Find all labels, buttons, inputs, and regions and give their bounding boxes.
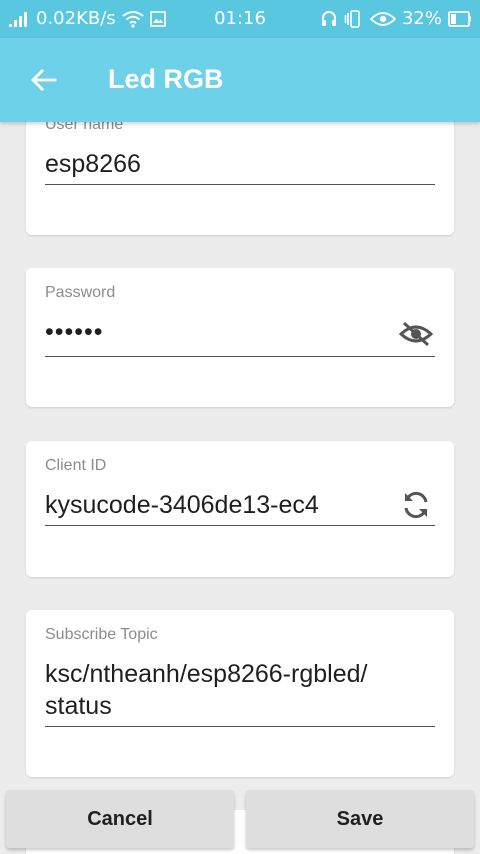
username-card: User name esp8266 [26, 122, 454, 235]
page-title: Led RGB [108, 64, 224, 94]
headset-icon [320, 10, 338, 28]
client-id-underline [45, 525, 435, 526]
status-bar: 0.02KB/s 01:16 32% [0, 0, 480, 38]
password-underline [45, 356, 435, 357]
client-id-input[interactable]: kysucode-3406de13-ec4 [45, 489, 385, 521]
subscribe-topic-line-1: ksc/ntheanh/esp8266-rgbled/ [45, 660, 368, 688]
eye-icon [369, 11, 396, 27]
settings-form: User name esp8266 Password •••••• Client… [0, 122, 480, 854]
client-id-card: Client ID kysucode-3406de13-ec4 [26, 441, 454, 577]
password-input[interactable]: •••••• [45, 316, 375, 348]
arrow-left-icon [31, 69, 57, 91]
password-card: Password •••••• [26, 268, 454, 407]
subscribe-topic-input[interactable]: ksc/ntheanh/esp8266-rgbled/ status [45, 658, 435, 722]
username-label: User name [45, 122, 124, 133]
status-right: 32% [320, 8, 472, 29]
client-id-refresh-button[interactable] [396, 485, 436, 525]
subscribe-topic-line-2: status [45, 692, 112, 720]
back-button[interactable] [22, 58, 66, 102]
subscribe-topic-label: Subscribe Topic [45, 626, 158, 643]
username-input[interactable]: esp8266 [45, 148, 435, 180]
app-bar: Led RGB [0, 38, 480, 122]
save-button[interactable]: Save [246, 790, 474, 848]
vibrate-icon [344, 9, 364, 28]
battery-icon [448, 10, 472, 28]
password-visibility-toggle[interactable] [396, 314, 436, 354]
refresh-icon [404, 491, 428, 519]
eye-off-icon [399, 321, 433, 347]
subscribe-topic-card: Subscribe Topic ksc/ntheanh/esp8266-rgbl… [26, 610, 454, 777]
username-underline [45, 184, 435, 185]
cancel-button[interactable]: Cancel [6, 790, 234, 848]
password-label: Password [45, 284, 116, 301]
subscribe-topic-underline [45, 726, 435, 727]
battery-percent: 32% [401, 8, 442, 29]
client-id-label: Client ID [45, 457, 107, 474]
